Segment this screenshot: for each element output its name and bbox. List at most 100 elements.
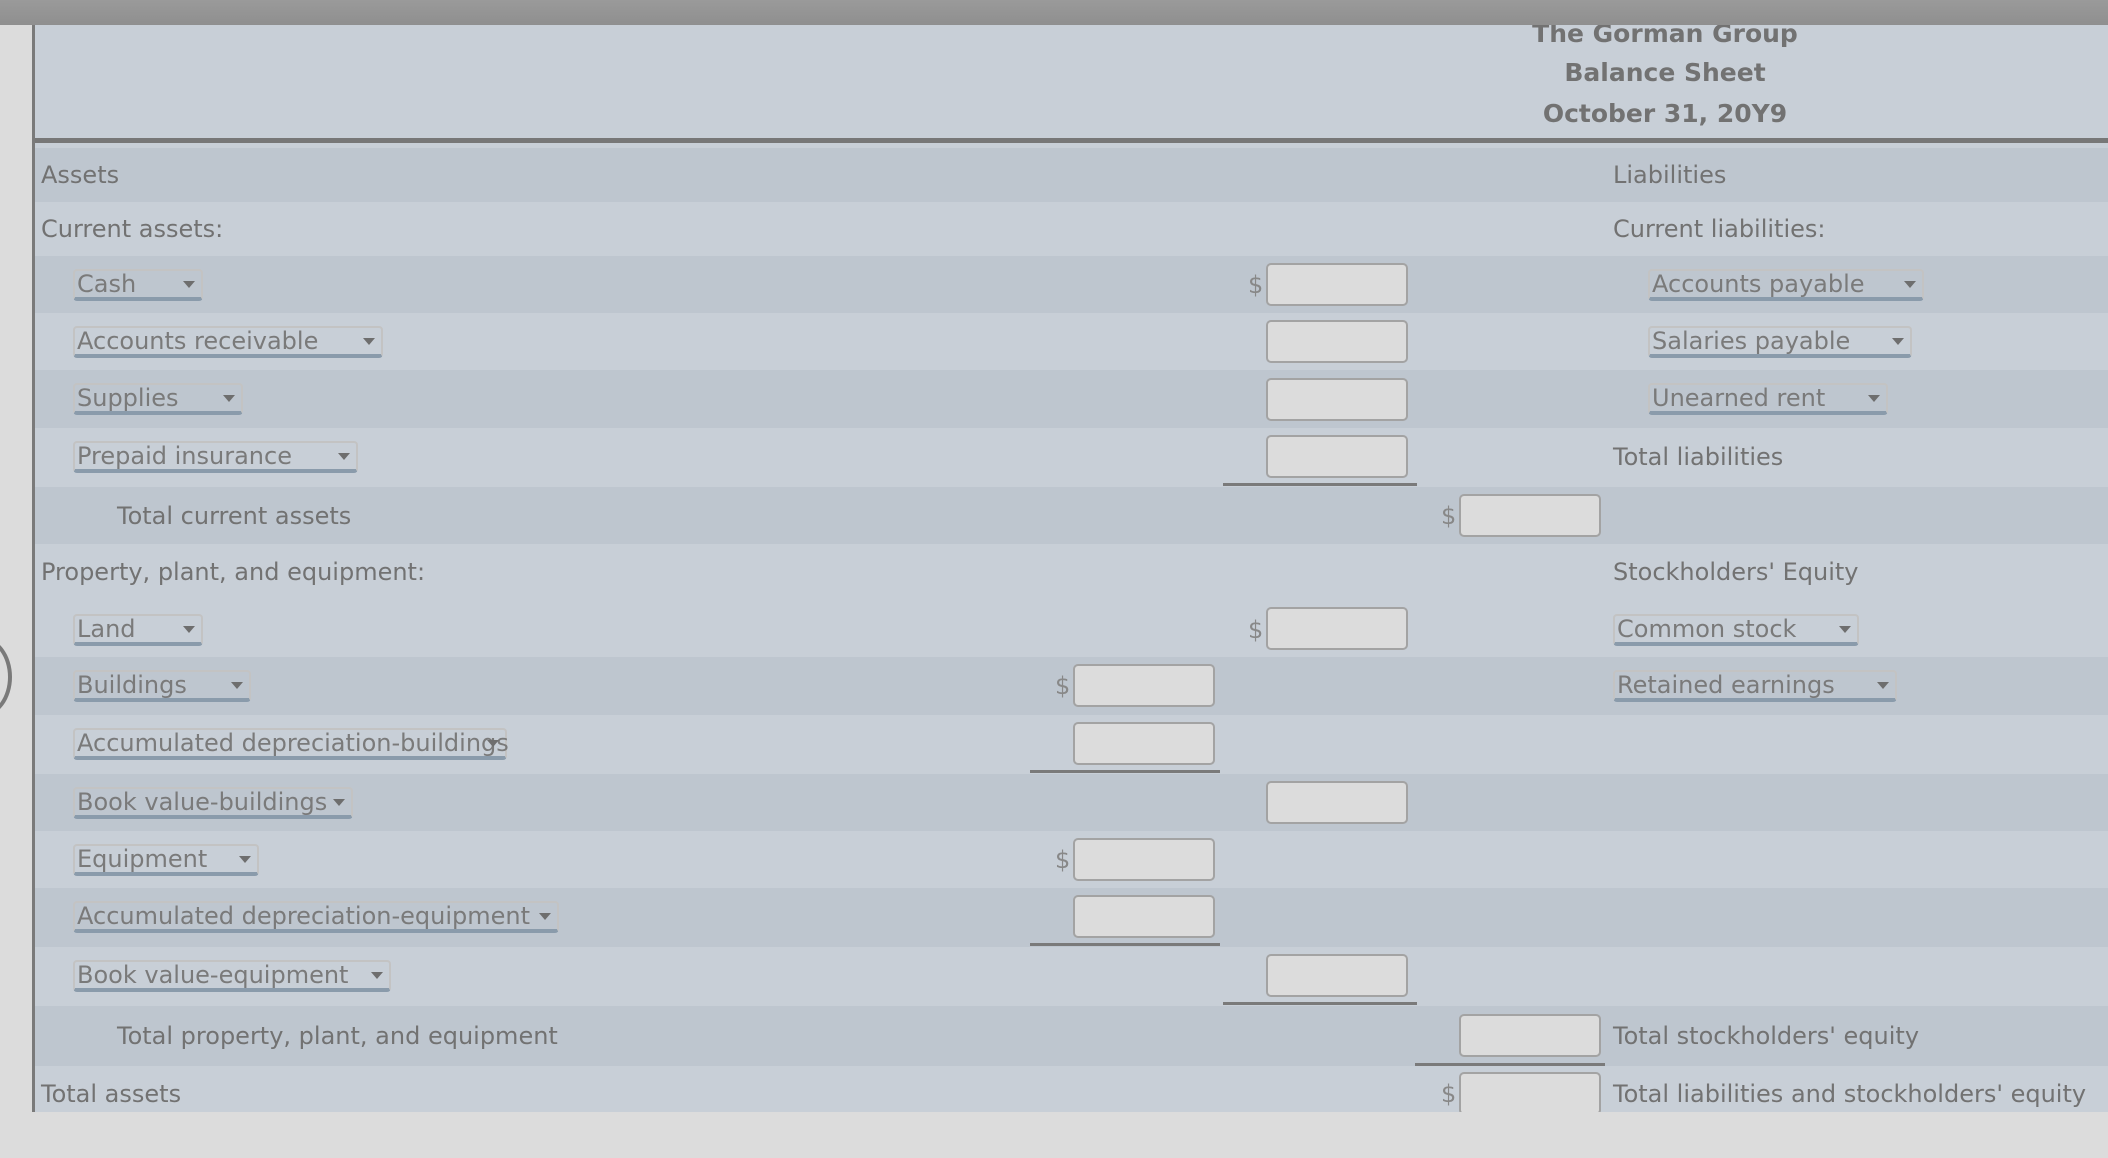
row-ppe-heading: Property, plant, and equipment: Stockhol… — [35, 544, 2108, 601]
cash-select[interactable]: Cash — [73, 269, 203, 301]
accounts-receivable-select[interactable]: Accounts receivable — [73, 326, 383, 358]
select-value: Cash — [77, 270, 137, 298]
equipment-amount-input[interactable] — [1073, 838, 1215, 881]
row-total-ppe: Total property, plant, and equipment Tot… — [35, 1006, 2108, 1066]
ppe-heading: Property, plant, and equipment: — [41, 558, 426, 586]
select-value: Supplies — [77, 384, 179, 412]
accum-dep-equipment-select[interactable]: Accumulated depreciation-equipment — [73, 901, 559, 933]
select-value: Accumulated depreciation-equipment — [77, 902, 531, 930]
total-ppe-input[interactable] — [1459, 1014, 1601, 1057]
chevron-down-icon — [1892, 338, 1904, 345]
chevron-down-icon — [1904, 281, 1916, 288]
retained-earnings-select[interactable]: Retained earnings — [1613, 670, 1897, 702]
land-amount-input[interactable] — [1266, 607, 1408, 650]
supplies-select[interactable]: Supplies — [73, 383, 243, 415]
dollar-sign: $ — [1055, 672, 1071, 700]
chevron-down-icon — [183, 281, 195, 288]
chevron-down-icon — [338, 453, 350, 460]
row-accum-dep-buildings: Accumulated depreciation-buildings — [35, 715, 2108, 774]
book-value-equipment-select[interactable]: Book value-equipment — [73, 960, 391, 992]
chevron-down-icon — [371, 972, 383, 979]
prepaid-insurance-amount-input[interactable] — [1266, 435, 1408, 478]
unearned-rent-select[interactable]: Unearned rent — [1648, 383, 1888, 415]
select-value: Salaries payable — [1652, 327, 1851, 355]
accounts-receivable-amount-input[interactable] — [1266, 320, 1408, 363]
row-land: Land $ Common stock — [35, 601, 2108, 657]
row-accounts-receivable: Accounts receivable Salaries payable — [35, 313, 2108, 370]
row-supplies: Supplies Unearned rent — [35, 370, 2108, 428]
book-value-buildings-select[interactable]: Book value-buildings — [73, 787, 353, 819]
select-value: Retained earnings — [1617, 671, 1835, 699]
select-value: Accounts payable — [1652, 270, 1865, 298]
chevron-down-icon — [231, 682, 243, 689]
select-value: Unearned rent — [1652, 384, 1826, 412]
assets-heading: Assets — [41, 161, 120, 189]
row-prepaid-insurance: Prepaid insurance Total liabilities — [35, 428, 2108, 487]
select-value: Accounts receivable — [77, 327, 319, 355]
chevron-down-icon — [223, 395, 235, 402]
chevron-down-icon — [1877, 682, 1889, 689]
total-assets-label: Total assets — [41, 1080, 182, 1108]
total-current-assets-label: Total current assets — [117, 502, 352, 530]
chevron-down-icon — [1839, 626, 1851, 633]
buildings-select[interactable]: Buildings — [73, 670, 251, 702]
top-bar — [0, 0, 2108, 25]
subtotal-underline — [1030, 770, 1220, 773]
subtotal-underline — [1030, 943, 1220, 946]
total-assets-input[interactable] — [1459, 1072, 1601, 1112]
company-name: The Gorman Group — [1532, 25, 1798, 48]
chevron-down-icon — [1868, 395, 1880, 402]
supplies-amount-input[interactable] — [1266, 378, 1408, 421]
total-liabilities-label: Total liabilities — [1613, 443, 1784, 471]
select-value: Book value-equipment — [77, 961, 349, 989]
select-value: Common stock — [1617, 615, 1797, 643]
subtotal-underline — [1223, 1002, 1417, 1005]
total-current-assets-input[interactable] — [1459, 494, 1601, 537]
select-value: Buildings — [77, 671, 187, 699]
salaries-payable-select[interactable]: Salaries payable — [1648, 326, 1912, 358]
row-book-value-equipment: Book value-equipment — [35, 947, 2108, 1006]
row-total-current-assets: Total current assets $ — [35, 487, 2108, 544]
cash-amount-input[interactable] — [1266, 263, 1408, 306]
select-value: Book value-buildings — [77, 788, 328, 816]
prepaid-insurance-select[interactable]: Prepaid insurance — [73, 441, 358, 473]
accum-dep-buildings-amount-input[interactable] — [1073, 722, 1215, 765]
row-accum-dep-equipment: Accumulated depreciation-equipment — [35, 888, 2108, 947]
common-stock-select[interactable]: Common stock — [1613, 614, 1859, 646]
row-equipment: Equipment $ — [35, 831, 2108, 888]
dollar-sign: $ — [1055, 846, 1071, 874]
current-liabilities-heading: Current liabilities: — [1613, 215, 1826, 243]
select-value: Equipment — [77, 845, 208, 873]
chevron-down-icon — [333, 799, 345, 806]
chevron-down-icon — [539, 913, 551, 920]
total-liabilities-and-equity-label: Total liabilities and stockholders' equi… — [1613, 1080, 2087, 1108]
dollar-sign: $ — [1441, 502, 1457, 530]
liabilities-heading: Liabilities — [1613, 161, 1727, 189]
row-cash: Cash $ Accounts payable — [35, 256, 2108, 313]
row-total-assets: Total assets $ Total liabilities and sto… — [35, 1066, 2108, 1112]
statement-title: Balance Sheet — [1564, 58, 1766, 87]
dollar-sign: $ — [1248, 616, 1264, 644]
statement-date: October 31, 20Y9 — [1542, 99, 1788, 128]
stockholders-equity-heading: Stockholders' Equity — [1613, 558, 1859, 586]
chevron-down-icon — [487, 740, 499, 747]
accounts-payable-select[interactable]: Accounts payable — [1648, 269, 1924, 301]
accum-dep-buildings-select[interactable]: Accumulated depreciation-buildings — [73, 728, 509, 760]
row-book-value-buildings: Book value-buildings — [35, 774, 2108, 831]
row-current-headings: Current assets: Current liabilities: — [35, 202, 2108, 256]
row-buildings: Buildings $ Retained earnings — [35, 657, 2108, 715]
chevron-down-icon — [363, 338, 375, 345]
book-value-buildings-amount-input[interactable] — [1266, 781, 1408, 824]
book-value-equipment-amount-input[interactable] — [1266, 954, 1408, 997]
accum-dep-equipment-amount-input[interactable] — [1073, 895, 1215, 938]
land-select[interactable]: Land — [73, 614, 203, 646]
equipment-select[interactable]: Equipment — [73, 844, 259, 876]
dollar-sign: $ — [1248, 271, 1264, 299]
buildings-amount-input[interactable] — [1073, 664, 1215, 707]
balance-sheet: The Gorman Group Balance Sheet October 3… — [32, 25, 2108, 1112]
total-ppe-label: Total property, plant, and equipment — [117, 1022, 558, 1050]
sheet-header: The Gorman Group Balance Sheet October 3… — [35, 25, 2108, 143]
left-strip — [0, 25, 32, 1112]
scroll-circle-icon[interactable] — [0, 637, 12, 717]
select-value: Prepaid insurance — [77, 442, 292, 470]
